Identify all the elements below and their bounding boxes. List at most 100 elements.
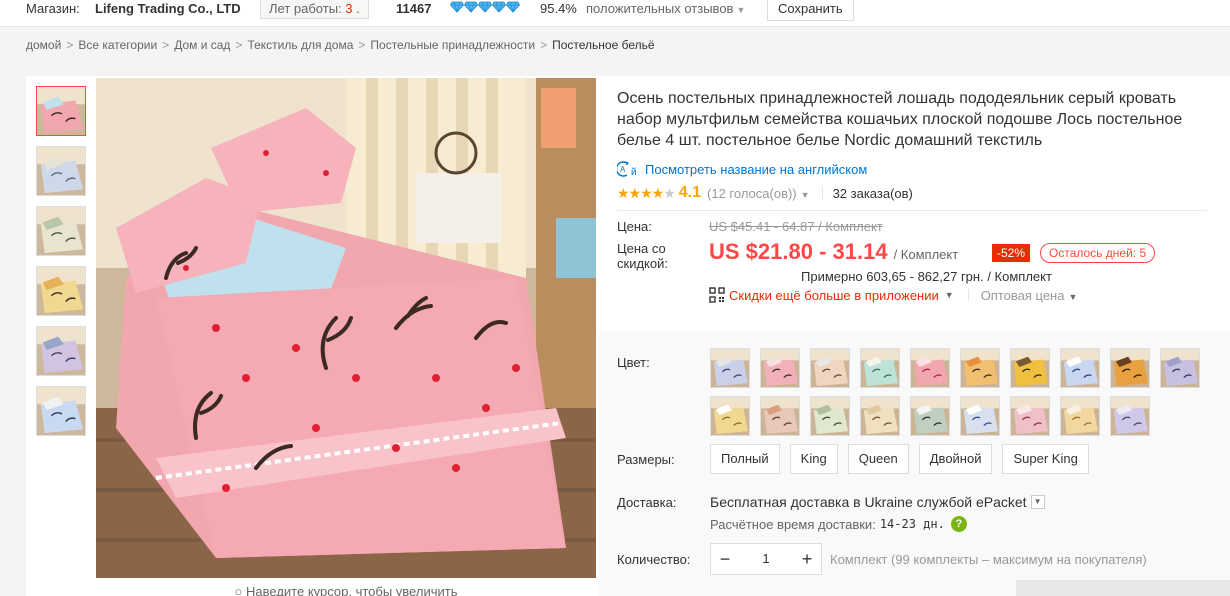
english-title-link-text: Посмотреть название на английском [645, 161, 868, 177]
color-swatch-image [711, 397, 749, 435]
breadcrumb-home[interactable]: домой [26, 38, 61, 52]
color-swatch[interactable] [860, 348, 900, 388]
shipping-dropdown-button[interactable]: ▼ [1030, 495, 1045, 509]
bedding-photo-illustration [96, 78, 596, 578]
color-swatch[interactable] [1110, 396, 1150, 436]
breadcrumb: домой > Все категории > Дом и сад > Текстиль д… [26, 38, 655, 52]
diamond-icon [478, 1, 492, 13]
diamond-icon [464, 1, 478, 13]
original-price: US $45.41 - 64.87 / Комплект [709, 219, 883, 234]
diamond-icon [450, 1, 464, 13]
thumbnail-image [37, 387, 85, 435]
breadcrumb-home-garden[interactable]: Дом и сад [174, 38, 230, 52]
rating-votes-dropdown[interactable]: (12 голоса(ов)) ▼ [707, 186, 810, 201]
product-thumbnail[interactable] [36, 266, 86, 316]
color-swatch[interactable] [1010, 348, 1050, 388]
product-thumbnail[interactable] [36, 146, 86, 196]
options-panel: Цвет: Размеры: Полный King Queen Двойной… [599, 331, 1230, 596]
breadcrumb-all-categories[interactable]: Все категории [78, 38, 157, 52]
thumbnail-image [37, 267, 85, 315]
chevron-down-icon: ▼ [1068, 291, 1078, 302]
color-swatch[interactable] [1160, 348, 1200, 388]
color-swatch[interactable] [960, 396, 1000, 436]
quantity-stepper: − 1 + Комплект (99 комплекты – максимум … [710, 543, 1147, 575]
color-swatch-image [811, 349, 849, 387]
color-label: Цвет: [617, 355, 650, 370]
color-swatch-image [761, 397, 799, 435]
delivery-eta: Расчётное время доставки: 14-23 дн. ? [710, 516, 967, 532]
breadcrumb-home-textile[interactable]: Текстиль для дома [247, 38, 353, 52]
diamond-icon [492, 1, 506, 13]
color-swatch[interactable] [760, 348, 800, 388]
color-swatch-image [861, 349, 899, 387]
eta-days: 14-23 дн. [879, 517, 945, 531]
product-thumbnail[interactable] [36, 326, 86, 376]
chevron-down-icon: ▼ [736, 5, 746, 15]
color-swatch[interactable] [1060, 396, 1100, 436]
store-feedback-dropdown[interactable]: положительных отзывов ▼ [586, 0, 745, 19]
color-swatch[interactable] [960, 348, 1000, 388]
app-promo-link[interactable]: Скидки ещё больше в приложении [729, 288, 939, 303]
diamond-icon [506, 1, 520, 13]
color-swatch[interactable] [1010, 396, 1050, 436]
color-swatch-image [1011, 397, 1049, 435]
color-swatch-image [1011, 349, 1049, 387]
discount-price: US $21.80 - 31.14 / Комплект [709, 239, 958, 265]
shipping-country: Ukraine [864, 494, 913, 510]
store-name-link[interactable]: Lifeng Trading Co., LTD [95, 0, 241, 18]
size-option-super-king[interactable]: Super King [1002, 444, 1089, 474]
divider [821, 187, 823, 199]
color-swatch[interactable] [910, 396, 950, 436]
rating-value: 4.1 [678, 184, 702, 201]
color-swatch[interactable] [710, 348, 750, 388]
color-swatch-image [1161, 349, 1199, 387]
thumbnail-image [37, 207, 85, 255]
star-empty-icon: ★ [663, 184, 676, 201]
qr-code-icon [709, 287, 725, 303]
color-swatch[interactable] [810, 348, 850, 388]
breadcrumb-separator: > [162, 38, 170, 52]
save-store-button[interactable]: Сохранить [767, 0, 854, 21]
color-swatch[interactable] [860, 396, 900, 436]
color-swatch-image [761, 349, 799, 387]
size-option-double[interactable]: Двойной [918, 444, 993, 474]
color-swatch[interactable] [1060, 348, 1100, 388]
discount-price-label-2: скидкой: [617, 256, 668, 271]
color-swatch[interactable] [1110, 348, 1150, 388]
product-thumbnail[interactable] [36, 206, 86, 256]
store-label: Магазин: [26, 1, 80, 16]
breadcrumb-bedding[interactable]: Постельные принадлежности [370, 38, 535, 52]
color-swatch[interactable] [760, 396, 800, 436]
size-option-queen[interactable]: Queen [847, 444, 909, 474]
color-swatch-image [711, 349, 749, 387]
thumbnail-image [37, 327, 85, 375]
color-swatch[interactable] [910, 348, 950, 388]
shipping-option: Бесплатная доставка в Ukraine службой eP… [710, 494, 1045, 510]
color-swatch-image [1061, 349, 1099, 387]
product-thumbnail[interactable] [36, 386, 86, 436]
quantity-input[interactable]: 1 [739, 544, 793, 574]
size-options: Полный King Queen Двойной Super King [710, 444, 1089, 474]
quantity-decrease-button[interactable]: − [711, 544, 739, 574]
thumbnail-image [37, 87, 85, 135]
main-product-image[interactable] [96, 78, 596, 578]
shipping-service: службой ePacket [916, 494, 1027, 510]
shipping-label: Доставка: [617, 495, 677, 510]
quantity-increase-button[interactable]: + [793, 544, 821, 574]
help-icon[interactable]: ? [950, 516, 967, 532]
order-count: 32 заказа(ов) [832, 185, 913, 201]
breadcrumb-separator: > [540, 38, 548, 52]
english-title-link[interactable]: A й Посмотреть название на английском [617, 160, 1217, 178]
size-option-full[interactable]: Полный [710, 444, 780, 474]
wholesale-price-dropdown[interactable]: Оптовая цена ▼ [981, 288, 1078, 303]
color-swatch[interactable] [710, 396, 750, 436]
product-thumbnail[interactable] [36, 86, 86, 136]
breadcrumb-separator: > [235, 38, 243, 52]
chat-tab[interactable] [1016, 580, 1230, 596]
size-option-king[interactable]: King [789, 444, 838, 474]
product-title: Осень постельных принадлежностей лошадь … [617, 90, 1183, 149]
product-info: Осень постельных принадлежностей лошадь … [617, 88, 1217, 323]
color-swatch[interactable] [810, 396, 850, 436]
quantity-label: Количество: [617, 552, 691, 567]
svg-text:й: й [631, 167, 637, 178]
